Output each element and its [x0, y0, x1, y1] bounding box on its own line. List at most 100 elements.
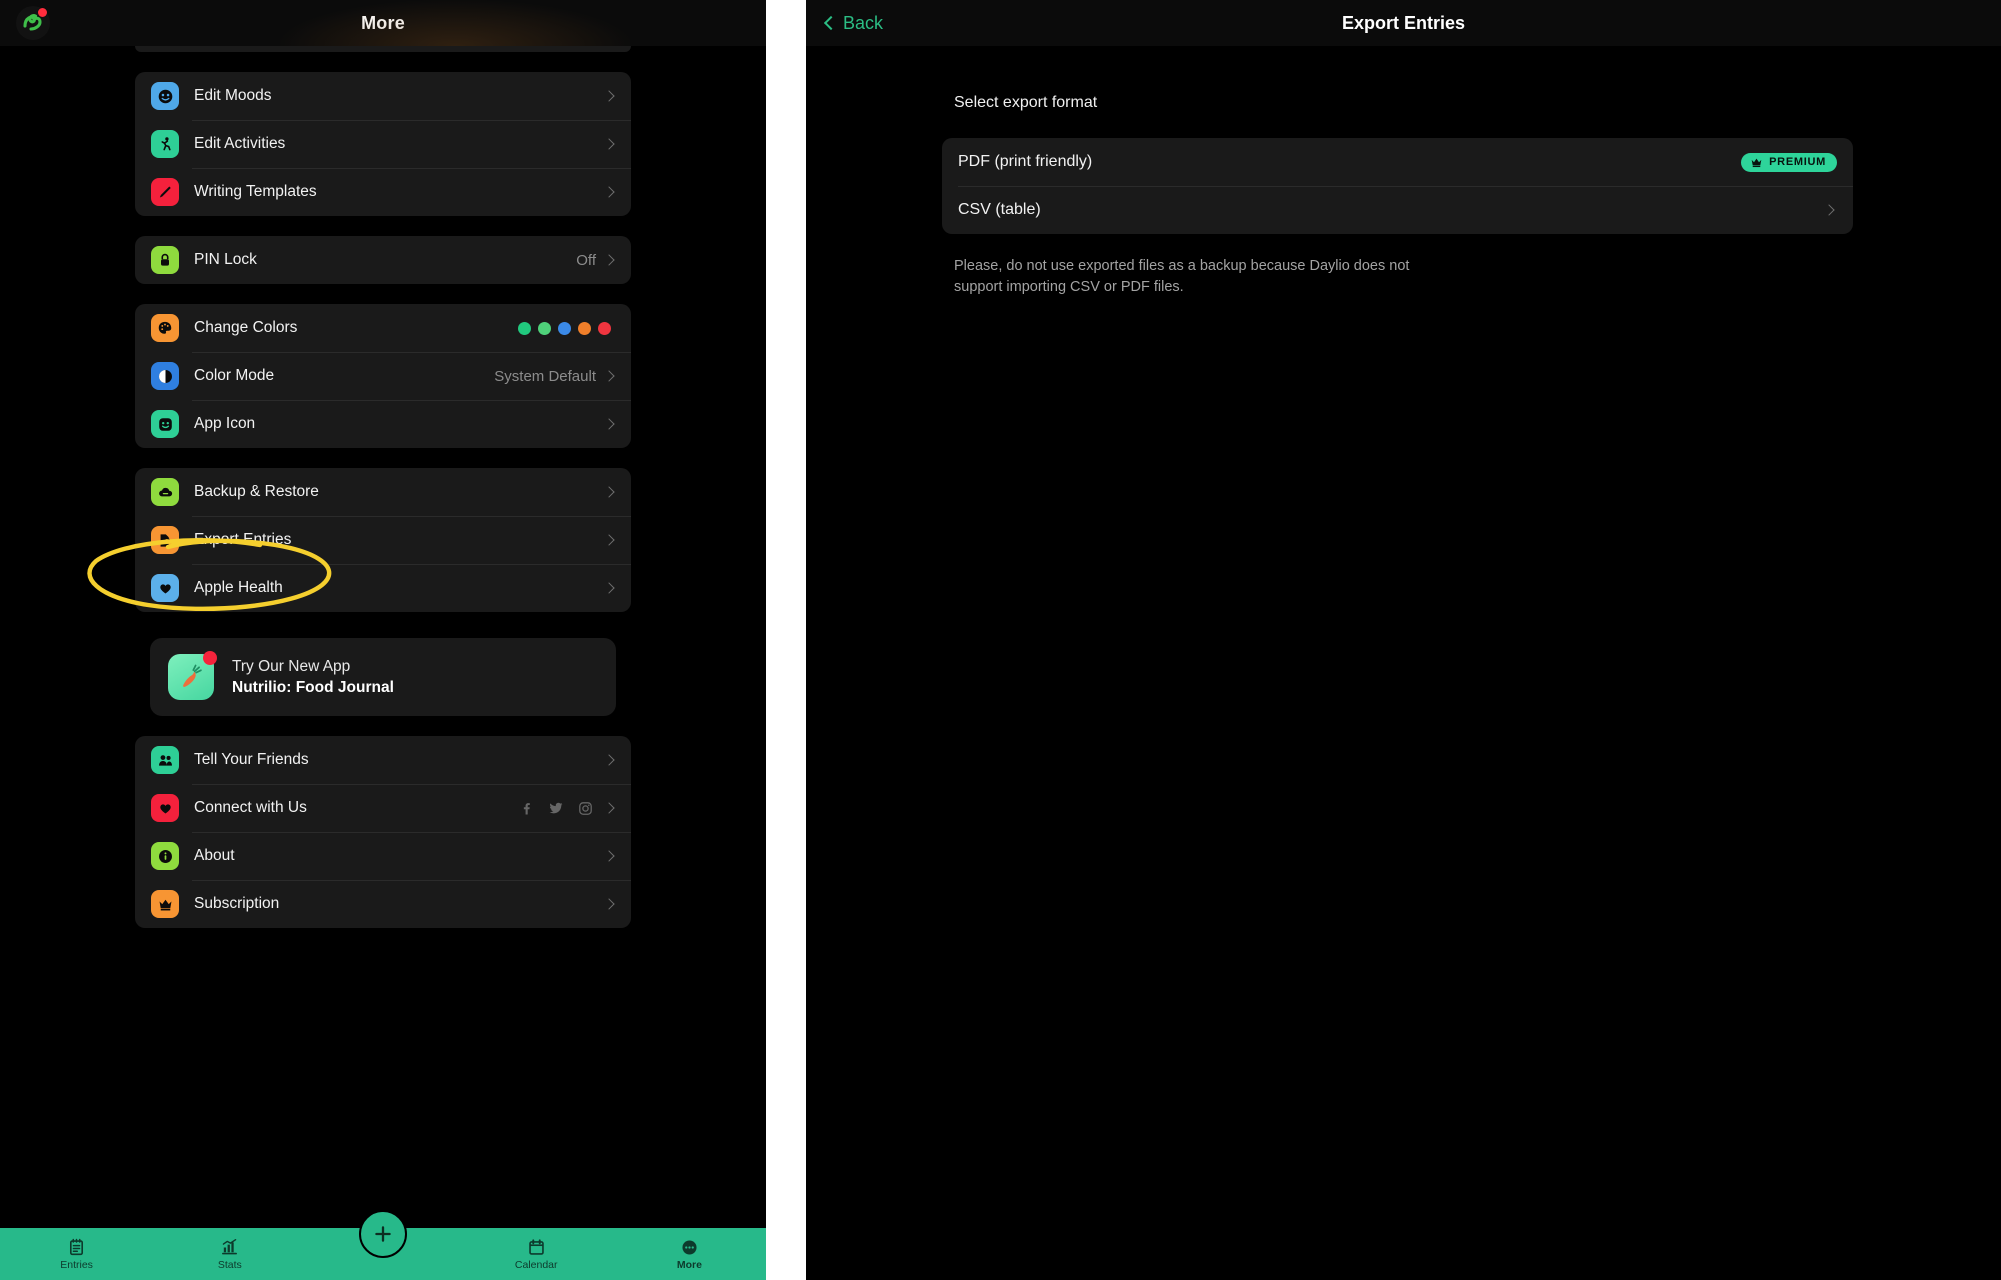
chevron-right-icon	[603, 898, 615, 910]
color-swatches[interactable]	[518, 321, 611, 335]
color-swatch[interactable]	[558, 321, 571, 335]
tab-label: More	[676, 1258, 702, 1271]
row-value: Off	[576, 251, 596, 269]
settings-group-appearance: Change Colors Color Mode System Default	[135, 304, 631, 448]
chevron-right-icon	[603, 850, 615, 862]
palette-icon	[151, 314, 179, 342]
color-swatch[interactable]	[518, 321, 531, 335]
chevron-right-icon	[603, 802, 615, 814]
chevron-right-icon	[603, 486, 615, 498]
padlock-icon	[151, 246, 179, 274]
tab-more[interactable]: More	[613, 1228, 766, 1280]
notebook-icon	[70, 1238, 84, 1255]
add-entry-fab[interactable]	[359, 1210, 407, 1258]
row-app-icon[interactable]: App Icon	[135, 400, 631, 448]
row-label: Connect with Us	[194, 799, 307, 816]
settings-list[interactable]: Edit Moods Edit Activities Writing Templ…	[0, 46, 766, 1280]
promo-text: Try Our New App Nutrilio: Food Journal	[232, 658, 394, 697]
color-swatch[interactable]	[598, 321, 611, 335]
partial-group-above	[135, 46, 631, 52]
promo-line-2: Nutrilio: Food Journal	[232, 678, 394, 696]
social-links[interactable]	[519, 800, 593, 816]
row-edit-activities[interactable]: Edit Activities	[135, 120, 631, 168]
row-label: About	[194, 847, 235, 864]
settings-group-editors: Edit Moods Edit Activities Writing Templ…	[135, 72, 631, 216]
export-entries-panel: Back Export Entries Select export format…	[806, 0, 2001, 1280]
row-writing-templates[interactable]: Writing Templates	[135, 168, 631, 216]
row-label: Backup & Restore	[194, 483, 319, 500]
settings-group-security: PIN Lock Off	[135, 236, 631, 284]
chevron-right-icon	[603, 754, 615, 766]
chevron-right-icon	[603, 90, 615, 102]
row-label: Writing Templates	[194, 183, 317, 200]
daylio-logo-icon	[16, 6, 50, 40]
nutrilio-promo-card[interactable]: Try Our New App Nutrilio: Food Journal	[150, 638, 616, 716]
export-option-label: PDF (print friendly)	[958, 153, 1093, 170]
row-label: Change Colors	[194, 319, 298, 336]
row-label: Color Mode	[194, 367, 275, 384]
tab-label: Calendar	[514, 1258, 558, 1271]
plus-icon	[375, 1226, 391, 1242]
row-backup-restore[interactable]: Backup & Restore	[135, 468, 631, 516]
row-change-colors[interactable]: Change Colors	[135, 304, 631, 352]
row-pin-lock[interactable]: PIN Lock Off	[135, 236, 631, 284]
promo-icon-wrap	[168, 651, 217, 700]
tab-entries[interactable]: Entries	[0, 1228, 153, 1280]
row-label: Export Entries	[194, 531, 292, 548]
two-people-icon	[151, 746, 179, 774]
facebook-icon[interactable]	[519, 801, 534, 816]
row-apple-health[interactable]: Apple Health	[135, 564, 631, 612]
more-header: More	[0, 0, 766, 46]
row-subscription[interactable]: Subscription	[135, 880, 631, 928]
more-screen-panel: More Edit Moods Edit Activities Writing …	[0, 0, 766, 1280]
back-button[interactable]: Back	[823, 0, 884, 46]
color-swatch[interactable]	[578, 321, 591, 335]
export-format-list: PDF (print friendly) PREMIUM CSV (table)	[942, 138, 1853, 234]
tab-calendar[interactable]: Calendar	[460, 1228, 613, 1280]
back-label: Back	[843, 12, 884, 33]
heart-icon	[151, 794, 179, 822]
heart-icon	[151, 574, 179, 602]
row-label: Edit Activities	[194, 135, 286, 152]
row-label: App Icon	[194, 415, 256, 432]
new-dot-icon	[203, 651, 217, 665]
row-label: Apple Health	[194, 579, 283, 596]
row-export-entries[interactable]: Export Entries	[135, 516, 631, 564]
row-color-mode[interactable]: Color Mode System Default	[135, 352, 631, 400]
ellipsis-icon	[682, 1239, 697, 1255]
notification-dot-icon	[38, 8, 47, 17]
color-swatch[interactable]	[538, 321, 551, 335]
row-label: Tell Your Friends	[194, 751, 309, 768]
chevron-right-icon	[603, 254, 615, 266]
export-file-icon	[151, 526, 179, 554]
app-face-icon	[151, 410, 179, 438]
chevron-right-icon	[603, 418, 615, 430]
row-tell-your-friends[interactable]: Tell Your Friends	[135, 736, 631, 784]
calendar-icon	[528, 1238, 544, 1255]
export-disclaimer: Please, do not use exported files as a b…	[954, 258, 1410, 295]
running-person-icon	[151, 130, 179, 158]
tab-stats[interactable]: Stats	[153, 1228, 306, 1280]
instagram-icon[interactable]	[578, 801, 593, 816]
tab-label: Entries	[60, 1258, 93, 1271]
row-about[interactable]: About	[135, 832, 631, 880]
export-header: Back Export Entries	[806, 0, 2001, 46]
app-screenshot: More Edit Moods Edit Activities Writing …	[0, 0, 2001, 1280]
export-option-csv[interactable]: CSV (table)	[942, 186, 1853, 234]
row-value: System Default	[494, 367, 596, 385]
premium-badge-label: PREMIUM	[1769, 156, 1826, 168]
promo-line-1: Try Our New App	[232, 657, 351, 675]
tab-label: Stats	[217, 1258, 242, 1271]
panel-gutter	[766, 0, 806, 1280]
chevron-right-icon	[603, 186, 615, 198]
crown-icon	[1751, 158, 1762, 167]
export-option-pdf[interactable]: PDF (print friendly) PREMIUM	[942, 138, 1853, 186]
bottom-tab-bar[interactable]: Entries Stats Calendar More	[0, 1210, 766, 1280]
row-connect-with-us[interactable]: Connect with Us	[135, 784, 631, 832]
half-circle-contrast-icon	[151, 362, 179, 390]
chevron-right-icon	[603, 582, 615, 594]
twitter-icon[interactable]	[548, 800, 564, 816]
row-edit-moods[interactable]: Edit Moods	[135, 72, 631, 120]
chevron-right-icon	[1823, 204, 1835, 216]
row-label: PIN Lock	[194, 251, 257, 268]
